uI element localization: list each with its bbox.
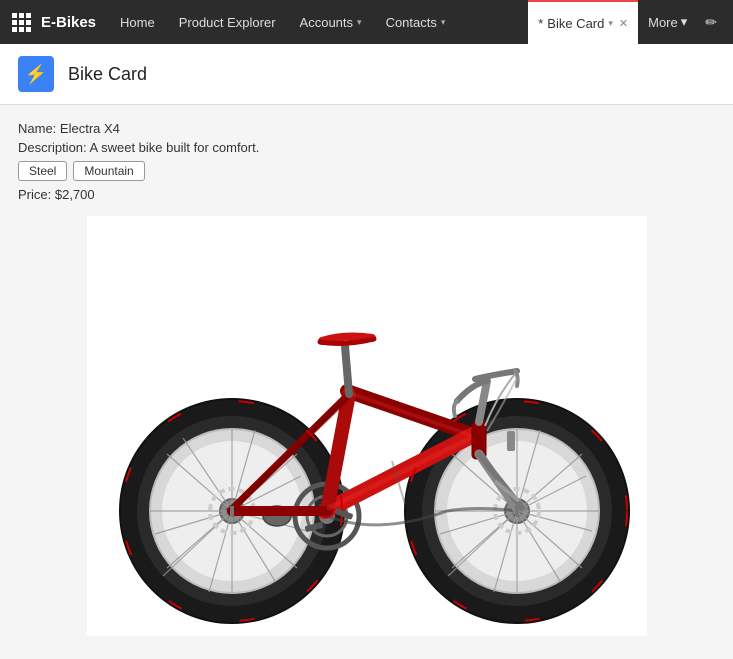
bike-card-icon: ⚡ — [18, 56, 54, 92]
tab-label: Bike Card — [547, 16, 604, 31]
lightning-icon: ⚡ — [25, 64, 47, 85]
nav-product-explorer[interactable]: Product Explorer — [167, 0, 288, 44]
description-field-row: Description: A sweet bike built for comf… — [18, 140, 715, 155]
bike-image — [87, 216, 647, 616]
name-field-row: Name: Electra X4 — [18, 121, 715, 136]
navbar: E-Bikes Home Product Explorer Accounts ▾… — [0, 0, 733, 44]
tab-area: * Bike Card ▾ ✕ — [528, 0, 638, 44]
accounts-chevron-icon: ▾ — [357, 17, 362, 28]
name-label: Name: — [18, 121, 56, 136]
price-field-row: Price: $2,700 — [18, 187, 715, 202]
description-value-text: A sweet bike built for comfort. — [90, 140, 260, 155]
edit-button[interactable]: ✏ — [697, 14, 725, 31]
nav-contacts-label: Contacts — [386, 15, 437, 30]
tag-mountain: Mountain — [73, 161, 144, 181]
description-label: Description: — [18, 140, 87, 155]
bike-svg — [87, 216, 647, 636]
nav-accounts-label: Accounts — [300, 15, 353, 30]
bike-image-container — [18, 206, 715, 636]
more-chevron-icon: ▾ — [681, 14, 688, 30]
tab-close-icon[interactable]: ✕ — [619, 17, 628, 30]
card-title: Bike Card — [68, 64, 147, 85]
brand-name: E-Bikes — [41, 14, 96, 31]
nav-items: Home Product Explorer Accounts ▾ Contact… — [108, 0, 528, 44]
price-value-text: $2,700 — [55, 187, 95, 202]
contacts-chevron-icon: ▾ — [441, 17, 446, 28]
edit-icon: ✏ — [705, 14, 717, 31]
nav-contacts[interactable]: Contacts ▾ — [374, 0, 458, 44]
more-label: More — [648, 15, 678, 30]
tab-chevron-icon[interactable]: ▾ — [608, 18, 613, 29]
brand[interactable]: E-Bikes — [8, 13, 108, 32]
tab-prefix: * — [538, 16, 543, 31]
apps-icon — [12, 13, 31, 32]
main-content: ⚡ Bike Card Name: Electra X4 Description… — [0, 44, 733, 659]
card-header: ⚡ Bike Card — [0, 44, 733, 105]
tag-steel: Steel — [18, 161, 67, 181]
more-menu[interactable]: More ▾ — [638, 14, 697, 30]
content-body: Name: Electra X4 Description: A sweet bi… — [0, 105, 733, 652]
nav-accounts[interactable]: Accounts ▾ — [288, 0, 374, 44]
name-value-text: Electra X4 — [60, 121, 120, 136]
nav-product-explorer-label: Product Explorer — [179, 15, 276, 30]
nav-home[interactable]: Home — [108, 0, 167, 44]
price-label: Price: — [18, 187, 51, 202]
tags-row: Steel Mountain — [18, 161, 715, 181]
active-tab[interactable]: * Bike Card ▾ ✕ — [528, 0, 638, 44]
nav-home-label: Home — [120, 15, 155, 30]
